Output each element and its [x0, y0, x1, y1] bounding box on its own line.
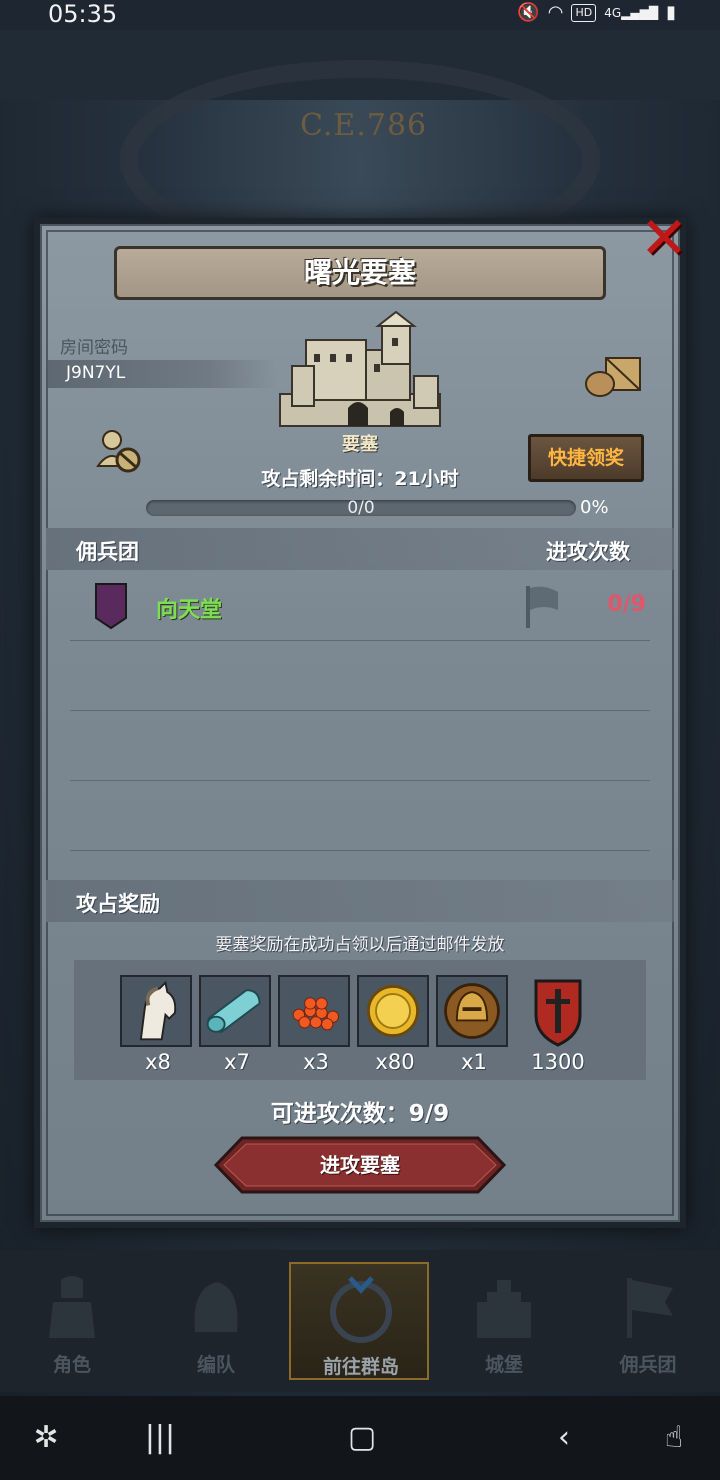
- reward-qty: x80: [375, 1050, 415, 1074]
- no-user-icon[interactable]: [96, 428, 144, 474]
- back-icon: ‹: [558, 1420, 570, 1455]
- signal-4g-icon: 4G▂▄▆█: [604, 5, 659, 20]
- room-code: J9N7YL: [66, 363, 126, 383]
- fortress-icon: [279, 310, 441, 427]
- nav-tab-mercenary[interactable]: 佣兵团: [578, 1262, 718, 1380]
- status-bar: 05:35 🔇 ◠ HD 4G▂▄▆█ ▮: [0, 0, 720, 30]
- nav-label: 城堡: [484, 1354, 523, 1376]
- mercenary-section-title: 佣兵团: [76, 540, 139, 564]
- reward-item-gold-coin[interactable]: [357, 975, 429, 1047]
- attacks-available: 可进攻次数：9/9: [270, 1101, 450, 1127]
- row-divider: [70, 780, 650, 781]
- flag-icon: [526, 586, 558, 628]
- gamepad-icon: ✲: [33, 1420, 59, 1455]
- gold-coin-icon: [359, 977, 427, 1045]
- nav-tab-character[interactable]: 角色: [2, 1262, 142, 1380]
- knight-icon: [49, 1276, 95, 1338]
- home-icon: ▢: [347, 1420, 377, 1455]
- close-button[interactable]: ✕: [638, 209, 690, 268]
- nav-tab-castle[interactable]: 城堡: [434, 1262, 574, 1380]
- nav-tab-archipelago[interactable]: 前往群岛: [289, 1262, 429, 1380]
- reward-qty: x1: [461, 1050, 487, 1074]
- quick-claim-button[interactable]: 快捷领奖: [528, 434, 644, 482]
- helmet-icon: [194, 1282, 238, 1332]
- row-divider: [70, 850, 650, 851]
- game-launcher-button[interactable]: ✲: [22, 1414, 70, 1462]
- dialog-title: 曙光要塞: [114, 246, 606, 300]
- guild-attack-count: 0/9: [607, 592, 646, 617]
- touch-lock-button[interactable]: ☝: [650, 1414, 698, 1462]
- status-time: 05:35: [48, 0, 118, 28]
- time-remaining: 攻占剩余时间：21小时: [261, 468, 459, 490]
- castle-icon: [477, 1280, 531, 1338]
- compass-icon: [330, 1276, 392, 1343]
- year-label: C.E.786: [300, 108, 428, 143]
- guild-name: 向天堂: [156, 598, 223, 623]
- nav-tab-formation[interactable]: 编队: [146, 1262, 286, 1380]
- home-button[interactable]: ▢: [338, 1414, 386, 1462]
- flag-icon: [627, 1278, 673, 1338]
- row-divider: [70, 640, 650, 641]
- reward-item-knight-helmet[interactable]: [436, 975, 508, 1047]
- progress-percent: 0%: [580, 497, 609, 518]
- touch-lock-icon: ☝: [664, 1420, 684, 1455]
- attack-fortress-button[interactable]: 进攻要塞: [214, 1136, 506, 1194]
- reward-qty: x8: [145, 1050, 171, 1074]
- reward-qty: x3: [303, 1050, 329, 1074]
- attack-count-header: 进攻次数: [546, 540, 630, 564]
- battery-icon: ▮: [666, 2, 676, 23]
- knight-helmet-icon: [438, 977, 506, 1045]
- hd-icon: HD: [571, 3, 597, 22]
- room-password-label: 房间密码: [60, 338, 128, 358]
- nav-label: 佣兵团: [619, 1354, 677, 1376]
- sword-shield-icon: [534, 979, 582, 1047]
- status-icons: 🔇 ◠ HD 4G▂▄▆█ ▮: [517, 2, 676, 23]
- nav-label: 前往群岛: [322, 1356, 399, 1378]
- guild-row[interactable]: [46, 578, 674, 638]
- reward-note: 要塞奖励在成功占领以后通过邮件发放: [215, 935, 505, 955]
- mute-icon: 🔇: [517, 2, 540, 23]
- recent-apps-button[interactable]: |||: [136, 1414, 184, 1462]
- roe-icon: [280, 977, 348, 1045]
- cloth-icon: [201, 977, 269, 1045]
- nav-label: 编队: [196, 1354, 235, 1376]
- reward-item-sword-shield[interactable]: [522, 975, 594, 1047]
- crates-icon[interactable]: [584, 352, 644, 398]
- reward-item-cloth[interactable]: [199, 975, 271, 1047]
- reward-qty: x7: [224, 1050, 250, 1074]
- attack-button-label: 进攻要塞: [320, 1153, 400, 1177]
- reward-item-horse[interactable]: [120, 975, 192, 1047]
- row-divider: [70, 710, 650, 711]
- reward-item-roe[interactable]: [278, 975, 350, 1047]
- reward-qty: 1300: [531, 1050, 585, 1074]
- wifi-icon: ◠: [547, 2, 564, 23]
- close-icon: ✕: [639, 204, 689, 272]
- progress-count: 0/0: [347, 498, 375, 518]
- recent-apps-icon: |||: [144, 1420, 176, 1455]
- nav-label: 角色: [52, 1354, 91, 1376]
- back-button[interactable]: ‹: [540, 1414, 588, 1462]
- horse-icon: [122, 977, 190, 1045]
- reward-section-title: 攻占奖励: [76, 892, 160, 916]
- guild-banner-icon: [95, 583, 127, 630]
- fortress-label: 要塞: [342, 434, 378, 455]
